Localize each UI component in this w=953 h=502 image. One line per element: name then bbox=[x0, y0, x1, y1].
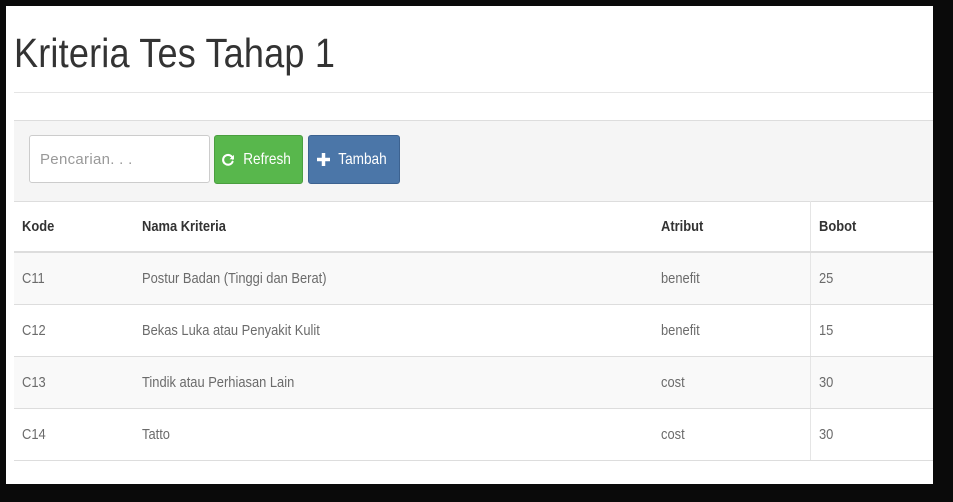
cell-nama-kriteria: Tatto bbox=[134, 408, 653, 461]
table-row[interactable]: C14 Tatto cost 30 bbox=[14, 408, 933, 461]
cell-atribut: benefit bbox=[653, 304, 810, 357]
refresh-button-label: Refresh bbox=[243, 150, 292, 168]
cell-kode: C12 bbox=[14, 304, 134, 357]
cell-kode: C11 bbox=[14, 252, 134, 305]
criteria-table: Kode Nama Kriteria Atribut Bobot C11 Pos… bbox=[14, 201, 933, 461]
column-header-nama-kriteria[interactable]: Nama Kriteria bbox=[134, 201, 653, 253]
page-content: Kriteria Tes Tahap 1 Refresh bbox=[14, 8, 933, 484]
screenshot-frame: Kriteria Tes Tahap 1 Refresh bbox=[0, 0, 953, 502]
cell-nama-kriteria: Bekas Luka atau Penyakit Kulit bbox=[134, 304, 653, 357]
cell-bobot: 30 bbox=[809, 408, 933, 461]
cell-atribut: cost bbox=[653, 408, 810, 461]
column-header-atribut[interactable]: Atribut bbox=[653, 201, 810, 253]
table-header-row: Kode Nama Kriteria Atribut Bobot bbox=[14, 201, 933, 253]
refresh-button[interactable]: Refresh bbox=[214, 135, 303, 184]
cell-kode: C14 bbox=[14, 408, 134, 461]
page-title: Kriteria Tes Tahap 1 bbox=[14, 30, 336, 76]
cell-atribut: cost bbox=[653, 356, 810, 409]
cell-nama-kriteria: Postur Badan (Tinggi dan Berat) bbox=[134, 252, 653, 305]
cell-bobot: 15 bbox=[809, 304, 933, 357]
cell-atribut: benefit bbox=[653, 252, 810, 305]
table-row[interactable]: C11 Postur Badan (Tinggi dan Berat) bene… bbox=[14, 252, 933, 305]
plus-icon bbox=[317, 153, 331, 166]
add-button[interactable]: Tambah bbox=[308, 135, 400, 184]
toolbar: Refresh Tambah bbox=[14, 120, 933, 202]
cell-kode: C13 bbox=[14, 356, 134, 409]
table-row[interactable]: C12 Bekas Luka atau Penyakit Kulit benef… bbox=[14, 304, 933, 357]
column-header-kode[interactable]: Kode bbox=[14, 201, 134, 253]
title-divider bbox=[14, 92, 933, 93]
refresh-icon bbox=[221, 153, 235, 167]
table-row[interactable]: C13 Tindik atau Perhiasan Lain cost 30 bbox=[14, 356, 933, 409]
cell-bobot: 30 bbox=[809, 356, 933, 409]
cell-bobot: 25 bbox=[809, 252, 933, 305]
cell-nama-kriteria: Tindik atau Perhiasan Lain bbox=[134, 356, 653, 409]
add-button-label: Tambah bbox=[338, 150, 387, 168]
search-input[interactable] bbox=[29, 135, 210, 183]
column-header-bobot[interactable]: Bobot bbox=[809, 201, 933, 253]
